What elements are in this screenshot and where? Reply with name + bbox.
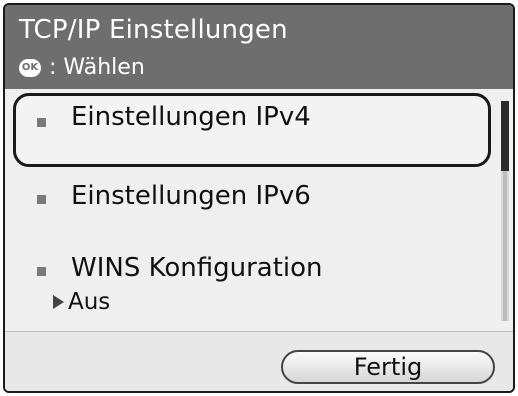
footer: Fertig	[5, 331, 513, 391]
list-item-ipv4-settings[interactable]: Einstellungen IPv4	[13, 93, 491, 167]
hint-text: : Wählen	[49, 55, 145, 80]
scrollbar-track	[503, 171, 507, 321]
bullet-icon	[37, 267, 46, 276]
bullet-icon	[37, 118, 46, 127]
settings-list: Einstellungen IPv4 Einstellungen IPv6 WI…	[5, 89, 513, 325]
scrollbar-thumb[interactable]	[501, 101, 509, 171]
bullet-icon	[37, 195, 46, 204]
list-item-ipv6-settings[interactable]: Einstellungen IPv6	[13, 173, 491, 233]
list-item-wins-configuration[interactable]: WINS Konfiguration Aus	[13, 245, 491, 319]
device-frame: TCP/IP Einstellungen OK : Wählen Einstel…	[0, 0, 518, 396]
instruction-hint: OK : Wählen	[19, 55, 145, 80]
header: TCP/IP Einstellungen OK : Wählen	[5, 5, 513, 89]
list-item-label: WINS Konfiguration	[71, 253, 323, 283]
page-title: TCP/IP Einstellungen	[19, 15, 288, 45]
current-value: Aus	[53, 289, 110, 315]
list-item-label: Einstellungen IPv6	[71, 181, 311, 211]
done-button[interactable]: Fertig	[281, 350, 495, 384]
ok-icon: OK	[19, 58, 41, 77]
list-item-label: Einstellungen IPv4	[71, 102, 311, 132]
triangle-right-icon	[53, 295, 64, 309]
current-value-text: Aus	[68, 289, 111, 315]
scrollbar[interactable]	[501, 101, 509, 321]
display-screen: TCP/IP Einstellungen OK : Wählen Einstel…	[3, 3, 515, 393]
